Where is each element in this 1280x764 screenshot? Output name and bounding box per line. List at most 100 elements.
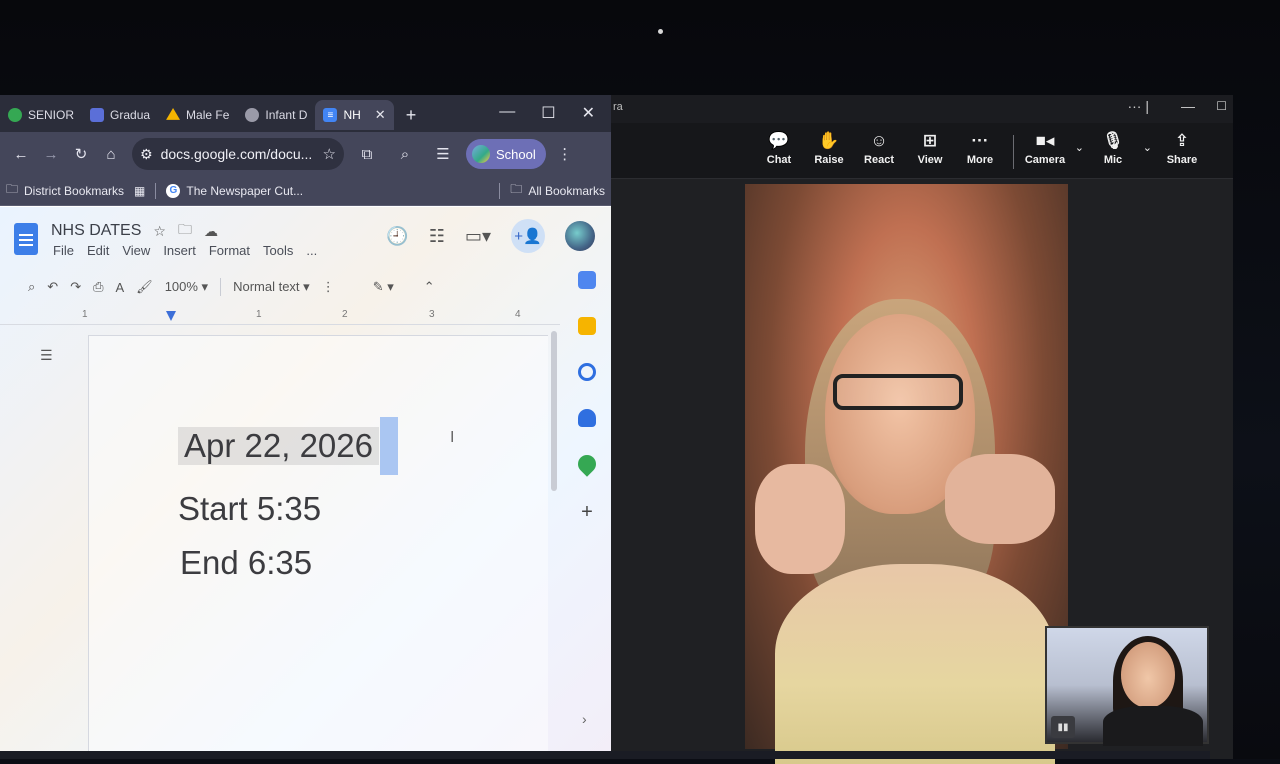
tasks-icon[interactable] xyxy=(578,363,596,381)
star-icon[interactable]: ☆ xyxy=(153,223,166,240)
maximize-icon[interactable]: ☐ xyxy=(541,103,555,123)
bookmark-district[interactable]: 🗀 District Bookmarks xyxy=(6,180,124,201)
tab-senior[interactable]: SENIOR xyxy=(0,100,82,130)
collapse-toolbar-icon[interactable]: ⌃ xyxy=(424,279,435,295)
chatgpt-icon xyxy=(245,108,260,122)
style-select[interactable]: Normal text ▾ xyxy=(233,279,310,295)
back-icon[interactable]: ← xyxy=(6,139,36,169)
apps-grid-icon[interactable]: ▦ xyxy=(134,184,145,198)
avatar[interactable] xyxy=(565,221,595,251)
ruler-mark: 1 xyxy=(82,309,88,320)
video-stage: ▮▮ xyxy=(611,180,1233,764)
spellcheck-icon[interactable]: A xyxy=(116,280,125,295)
close-window-icon[interactable]: ✕ xyxy=(582,103,595,123)
tab-graduation[interactable]: Gradua xyxy=(82,100,158,130)
minimize-icon[interactable]: — xyxy=(1181,98,1195,114)
document-page[interactable] xyxy=(88,335,548,759)
chevron-down-icon[interactable]: ⌄ xyxy=(1075,141,1084,154)
google-icon: G xyxy=(166,183,181,198)
share-screen-button[interactable]: ⇪ Share xyxy=(1157,131,1207,166)
lens-icon[interactable]: ⌕ xyxy=(390,139,420,169)
tab-nhs-dates[interactable]: ≡ NH ✕ xyxy=(315,100,394,130)
doc-line-end[interactable]: End 6:35 xyxy=(180,544,312,582)
vertical-scrollbar[interactable] xyxy=(551,331,557,491)
editing-mode-icon[interactable]: ✎ ▾ xyxy=(373,279,394,295)
move-folder-icon[interactable]: 🗀 xyxy=(178,219,192,243)
camera-button[interactable]: ■◂ Camera ⌄ xyxy=(1020,131,1084,166)
forward-icon[interactable]: → xyxy=(36,139,66,169)
video-figure-body xyxy=(775,564,1055,764)
add-addon-icon[interactable]: + xyxy=(581,501,593,524)
tab-infant[interactable]: Infant D xyxy=(237,100,315,130)
maps-icon[interactable] xyxy=(574,451,600,477)
document-title[interactable]: NHS DATES xyxy=(51,222,141,240)
kebab-menu-icon[interactable]: ⋮ xyxy=(550,139,580,169)
search-icon[interactable]: ⌕ xyxy=(28,279,35,295)
more-options-icon[interactable]: ⋮ xyxy=(322,279,335,295)
chevron-right-icon[interactable]: › xyxy=(582,711,587,727)
extensions-icon[interactable]: ⧉ xyxy=(352,139,382,169)
profile-button[interactable]: School xyxy=(466,139,546,169)
calendar-icon[interactable] xyxy=(578,271,596,289)
doc-line-start[interactable]: Start 5:35 xyxy=(178,490,321,528)
paint-format-icon[interactable]: 🖌 xyxy=(136,279,153,295)
meeting-window: ra ··· | — ☐ 💬 Chat ✋ Raise ☺ React ⊞ Vi… xyxy=(611,95,1233,764)
more-icon[interactable]: ··· | xyxy=(1127,98,1149,114)
menu-more[interactable]: ... xyxy=(306,243,317,258)
new-tab-button[interactable]: + xyxy=(394,105,429,126)
version-history-icon[interactable]: 🕘 xyxy=(386,226,408,247)
contacts-icon[interactable] xyxy=(578,409,596,427)
chevron-down-icon[interactable]: ⌄ xyxy=(1143,141,1152,154)
minimize-icon[interactable]: — xyxy=(499,103,515,123)
ellipsis-icon: ··· xyxy=(971,131,989,150)
raise-label: Raise xyxy=(814,154,844,166)
all-bookmarks[interactable]: 🗀 All Bookmarks xyxy=(510,180,605,201)
view-button[interactable]: ⊞ View xyxy=(905,131,955,166)
window-controls: — ☐ ✕ xyxy=(499,103,611,132)
camera-icon: ■◂ xyxy=(1035,131,1055,150)
menu-view[interactable]: View xyxy=(122,243,150,258)
home-icon[interactable]: ⌂ xyxy=(96,139,126,169)
mic-label: Mic xyxy=(1103,154,1123,166)
address-bar[interactable]: ⚙ docs.google.com/docu... ☆ xyxy=(132,138,344,170)
participant-video[interactable] xyxy=(745,184,1068,764)
reload-icon[interactable]: ↻ xyxy=(66,139,96,169)
site-settings-icon[interactable]: ⚙ xyxy=(140,146,153,163)
close-tab-icon[interactable]: ✕ xyxy=(375,107,386,123)
meet-icon[interactable]: ▭▾ xyxy=(465,226,491,247)
print-icon[interactable]: ⎙ xyxy=(93,279,103,295)
mic-button[interactable]: 🎙 Mic ⌄ xyxy=(1088,131,1152,166)
undo-icon[interactable]: ↶ xyxy=(47,279,58,295)
docs-editor: NHS DATES ☆ 🗀 ☁ File Edit View Insert Fo… xyxy=(0,207,611,759)
chat-button[interactable]: 💬 Chat xyxy=(754,131,804,166)
indent-marker[interactable] xyxy=(166,311,176,321)
outline-icon[interactable]: ☰ xyxy=(40,347,53,364)
bookmark-star-icon[interactable]: ☆ xyxy=(323,145,336,163)
share-button[interactable]: +👤 xyxy=(511,219,545,253)
drive-icon xyxy=(166,108,181,120)
more-button[interactable]: ··· More xyxy=(955,131,1005,166)
zoom-value: 100% xyxy=(164,279,198,294)
tab-label: SENIOR xyxy=(28,108,75,122)
hand-icon: ✋ xyxy=(818,131,840,150)
style-value: Normal text xyxy=(233,279,300,294)
tab-male-fe[interactable]: Male Fe xyxy=(158,100,237,130)
reading-list-icon[interactable]: ☰ xyxy=(428,139,458,169)
menu-tools[interactable]: Tools xyxy=(263,243,293,258)
raise-hand-button[interactable]: ✋ Raise xyxy=(804,131,854,166)
menu-format[interactable]: Format xyxy=(209,243,250,258)
bookmark-newspaper[interactable]: G The Newspaper Cut... xyxy=(166,183,303,198)
menu-insert[interactable]: Insert xyxy=(163,243,196,258)
docs-logo-icon[interactable] xyxy=(14,223,38,255)
comments-icon[interactable]: ☷ xyxy=(429,226,445,247)
redo-icon[interactable]: ↷ xyxy=(70,279,81,295)
zoom-select[interactable]: 100% ▾ xyxy=(165,279,208,295)
react-button[interactable]: ☺ React xyxy=(854,131,904,166)
maximize-icon[interactable]: ☐ xyxy=(1216,99,1227,113)
keep-icon[interactable] xyxy=(578,317,596,335)
menu-file[interactable]: File xyxy=(53,243,74,258)
self-view-video[interactable]: ▮▮ xyxy=(1045,626,1209,746)
menu-edit[interactable]: Edit xyxy=(87,243,109,258)
ruler-mark: 1 xyxy=(256,309,262,320)
doc-line-date[interactable]: Apr 22, 2026 xyxy=(178,417,398,475)
